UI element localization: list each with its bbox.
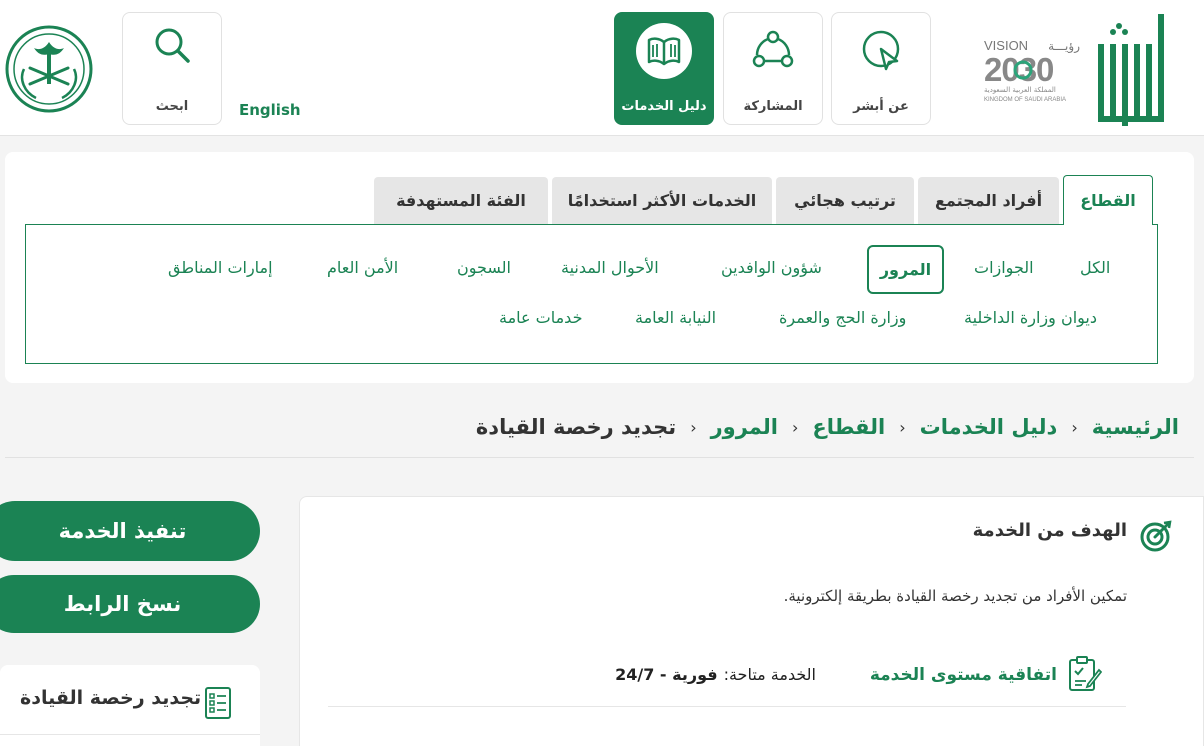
breadcrumb-current: تجديد رخصة القيادة bbox=[475, 415, 677, 439]
sector-prisons[interactable]: السجون bbox=[457, 258, 511, 277]
sector-general-services[interactable]: خدمات عامة bbox=[499, 308, 582, 327]
sector-options-panel bbox=[25, 224, 1158, 364]
chevron-left-icon: ‹ bbox=[690, 417, 697, 437]
nav-search[interactable]: ابحث bbox=[122, 12, 222, 125]
vision-country-en: KINGDOM OF SAUDI ARABIA bbox=[984, 97, 1066, 103]
breadcrumb-home[interactable]: الرئيسية bbox=[1092, 415, 1179, 439]
goal-description: تمكين الأفراد من تجديد رخصة القيادة بطري… bbox=[783, 587, 1127, 605]
checklist-icon bbox=[205, 687, 231, 719]
sla-value: فورية - 24/7 bbox=[615, 665, 718, 684]
nav-about-label: عن أبشر bbox=[853, 99, 909, 114]
ministry-emblem-logo bbox=[5, 25, 93, 113]
sector-passports[interactable]: الجوازات bbox=[974, 258, 1034, 277]
chevron-left-icon: ‹ bbox=[1071, 417, 1078, 437]
sector-traffic[interactable]: المرور bbox=[867, 245, 944, 294]
breadcrumb-divider bbox=[5, 457, 1194, 458]
nav-services-guide-label: دليل الخدمات bbox=[621, 99, 707, 114]
nav-search-label: ابحث bbox=[155, 99, 189, 114]
sla-availability: الخدمة متاحة: فورية - 24/7 bbox=[615, 665, 816, 684]
side-card-divider bbox=[0, 734, 260, 735]
tab-most-used[interactable]: الخدمات الأكثر استخدامًا bbox=[552, 177, 772, 224]
sla-key: الخدمة متاحة: bbox=[723, 665, 816, 684]
tab-sector[interactable]: القطاع bbox=[1063, 175, 1153, 225]
nav-about-absher[interactable]: عن أبشر bbox=[831, 12, 931, 125]
vision-country-ar: المملكة العربية السعودية bbox=[984, 86, 1056, 94]
sector-civil-affairs[interactable]: الأحوال المدنية bbox=[561, 258, 659, 277]
sector-all[interactable]: الكل bbox=[1080, 258, 1110, 277]
search-icon bbox=[123, 25, 221, 65]
vision-2030-logo: VISION رؤيـــة 2030 المملكة العربية السع… bbox=[984, 38, 1080, 103]
tab-alphabetical[interactable]: ترتيب هجائي bbox=[776, 177, 914, 224]
chevron-left-icon: ‹ bbox=[791, 417, 799, 437]
side-card-title: تجديد رخصة القيادة bbox=[20, 687, 202, 709]
goal-title: الهدف من الخدمة bbox=[972, 520, 1127, 541]
breadcrumb-sector[interactable]: القطاع bbox=[812, 415, 885, 439]
sector-hajj-umrah[interactable]: وزارة الحج والعمرة bbox=[779, 308, 906, 327]
sector-emirates[interactable]: إمارات المناطق bbox=[168, 258, 273, 277]
language-switch-link[interactable]: English bbox=[239, 101, 301, 119]
chevron-left-icon: ‹ bbox=[899, 417, 906, 437]
sector-public-prosecution[interactable]: النيابة العامة bbox=[635, 308, 716, 327]
execute-service-button[interactable]: تنفيذ الخدمة bbox=[0, 501, 260, 561]
target-icon bbox=[1140, 520, 1172, 552]
vision-year: 2030 bbox=[984, 51, 1053, 88]
sla-title: اتفاقية مستوى الخدمة bbox=[869, 665, 1057, 685]
breadcrumb: الرئيسية ‹ دليل الخدمات ‹ القطاع ‹ المرو… bbox=[476, 412, 1179, 442]
pointer-icon bbox=[832, 29, 930, 71]
copy-link-button[interactable]: نسخ الرابط bbox=[0, 575, 260, 633]
share-icon bbox=[724, 29, 822, 69]
tab-community[interactable]: أفراد المجتمع bbox=[918, 177, 1059, 224]
sector-public-security[interactable]: الأمن العام bbox=[327, 258, 398, 277]
agreement-icon bbox=[1069, 656, 1102, 691]
nav-services-guide[interactable]: دليل الخدمات bbox=[614, 12, 714, 125]
sector-moi-office[interactable]: ديوان وزارة الداخلية bbox=[964, 308, 1097, 327]
header: VISION رؤيـــة 2030 المملكة العربية السع… bbox=[0, 0, 1204, 136]
nav-participation[interactable]: المشاركة bbox=[723, 12, 823, 125]
absher-logo[interactable] bbox=[1092, 14, 1168, 126]
sla-divider bbox=[328, 706, 1126, 707]
sector-expatriates[interactable]: شؤون الوافدين bbox=[721, 258, 822, 277]
breadcrumb-traffic[interactable]: المرور bbox=[711, 415, 778, 439]
breadcrumb-services-guide[interactable]: دليل الخدمات bbox=[920, 415, 1058, 439]
nav-participation-label: المشاركة bbox=[743, 99, 803, 114]
tab-target-group[interactable]: الفئة المستهدفة bbox=[374, 177, 548, 224]
book-icon bbox=[615, 23, 713, 79]
